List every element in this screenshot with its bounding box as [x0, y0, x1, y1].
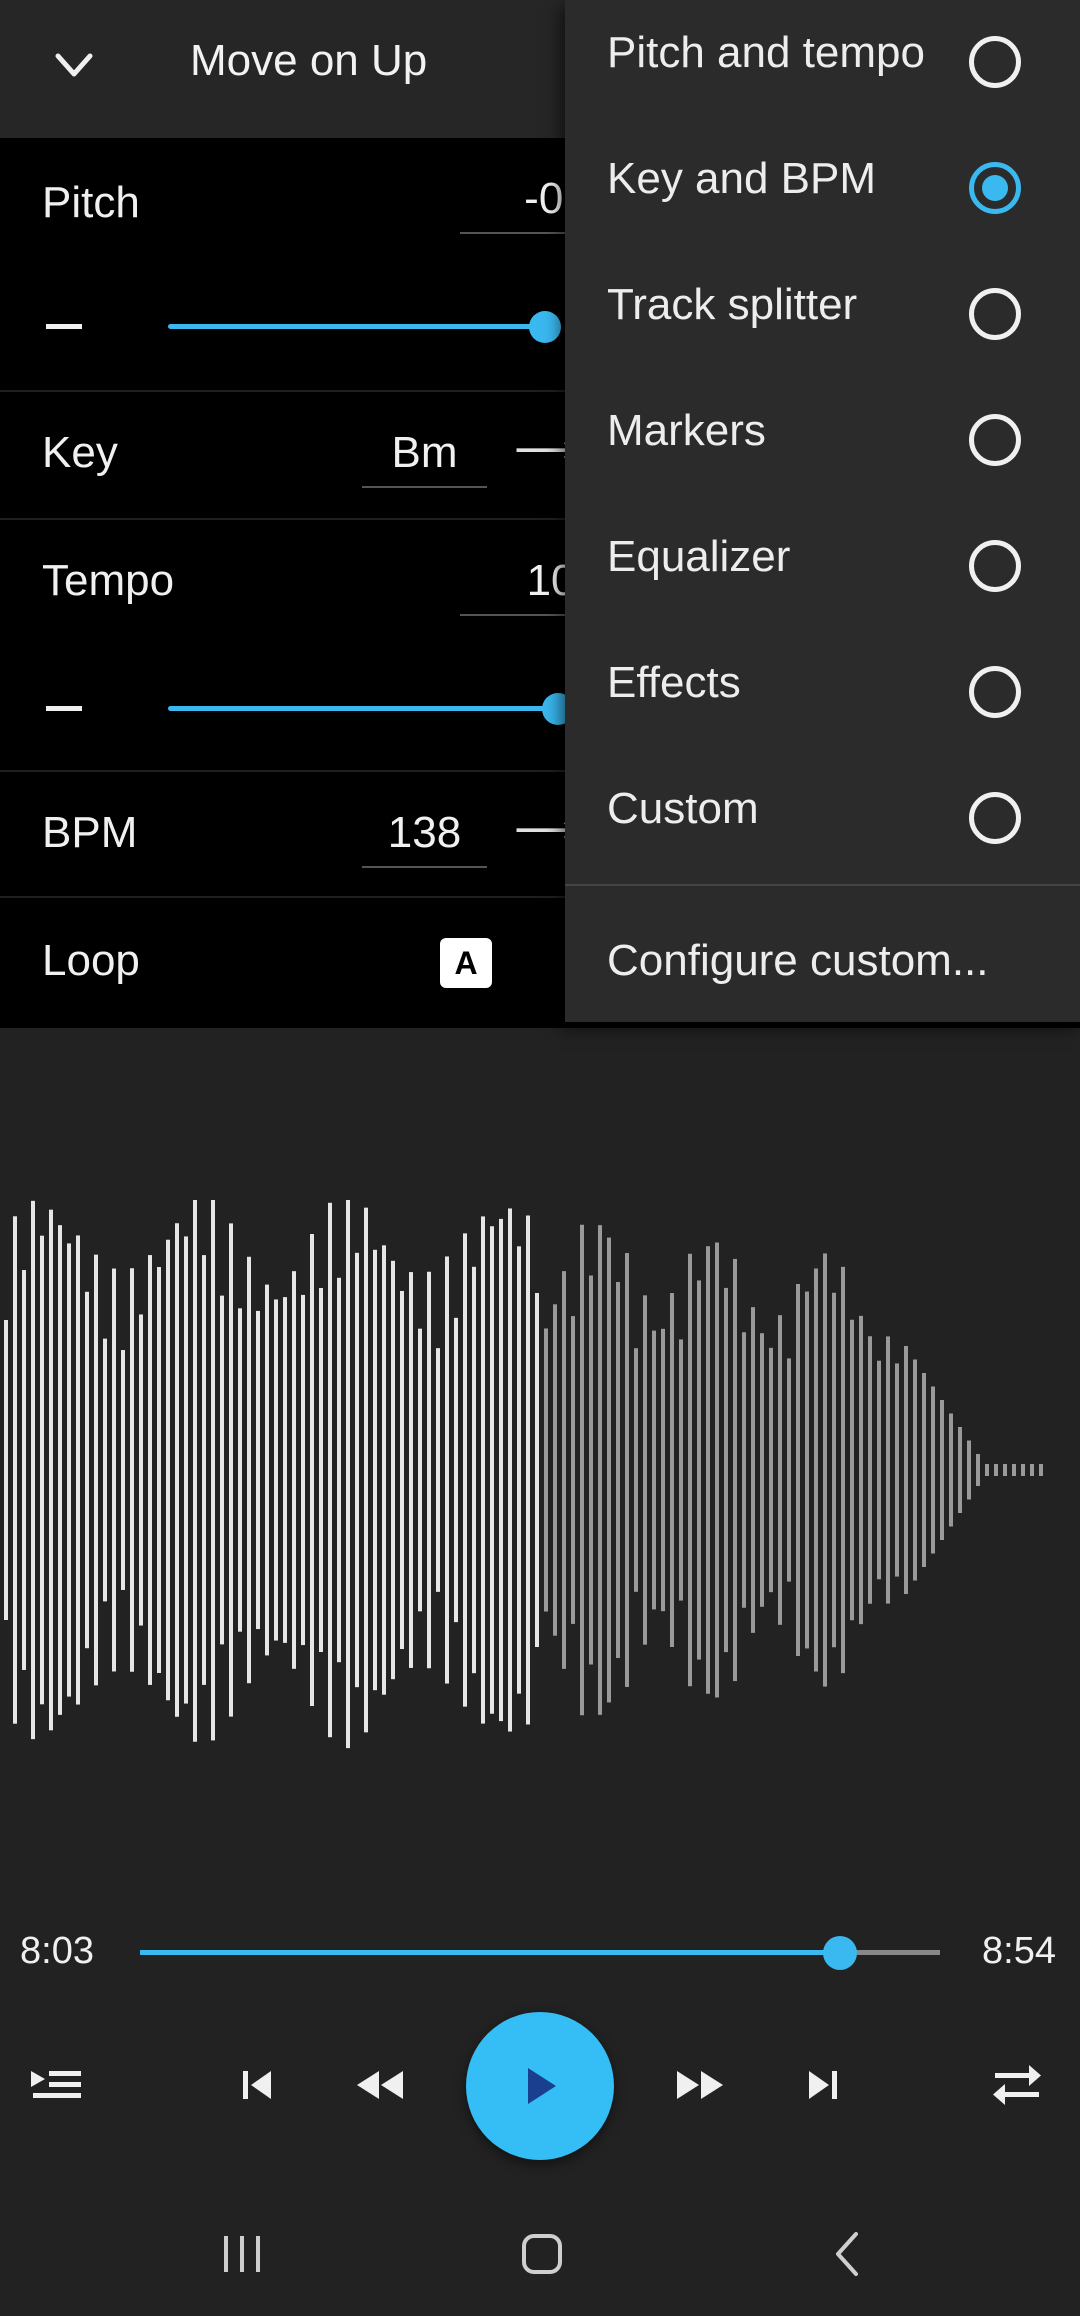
radio-button[interactable]: [969, 162, 1021, 214]
seek-bar-thumb[interactable]: [823, 1936, 857, 1970]
fast-forward-icon[interactable]: [664, 2058, 734, 2112]
radio-button[interactable]: [969, 666, 1021, 718]
system-navigation-bar: [0, 2200, 1080, 2316]
recent-apps-icon[interactable]: [220, 2234, 264, 2274]
tempo-slider-track[interactable]: [168, 706, 558, 711]
rewind-icon[interactable]: [346, 2058, 416, 2112]
menu-item-custom[interactable]: Custom: [565, 756, 1080, 882]
tempo-decrease-button[interactable]: [46, 706, 82, 711]
menu-item-label: Custom: [607, 784, 759, 833]
pitch-label: Pitch: [42, 178, 140, 227]
menu-item-label: Markers: [607, 406, 766, 455]
skip-previous-icon[interactable]: [222, 2058, 292, 2112]
loop-a-button[interactable]: A: [440, 938, 492, 988]
bpm-label: BPM: [42, 808, 138, 857]
radio-button[interactable]: [969, 414, 1021, 466]
key-value-field[interactable]: Bm: [362, 428, 487, 488]
home-icon[interactable]: [520, 2232, 564, 2276]
queue-icon[interactable]: [22, 2058, 92, 2112]
loop-label: Loop: [42, 936, 140, 985]
elapsed-time: 8:03: [20, 1930, 94, 1972]
menu-item-label: Effects: [607, 658, 741, 707]
radio-button[interactable]: [969, 36, 1021, 88]
pitch-slider-thumb[interactable]: [529, 311, 562, 343]
waveform-display[interactable]: [0, 1200, 1080, 1770]
seek-bar-progress: [140, 1950, 840, 1955]
menu-item-label: Equalizer: [607, 532, 791, 581]
song-title: Move on Up: [190, 36, 428, 85]
play-icon: [528, 2068, 556, 2104]
menu-item-key-and-bpm[interactable]: Key and BPM: [565, 126, 1080, 252]
radio-button[interactable]: [969, 792, 1021, 844]
back-icon[interactable]: [830, 2230, 864, 2278]
menu-item-label: Track splitter: [607, 280, 858, 329]
menu-item-equalizer[interactable]: Equalizer: [565, 504, 1080, 630]
key-label: Key: [42, 428, 118, 477]
repeat-icon[interactable]: [982, 2058, 1052, 2112]
play-button[interactable]: [466, 2012, 614, 2160]
pitch-slider-track[interactable]: [168, 324, 546, 329]
menu-divider: [565, 884, 1080, 886]
radio-button[interactable]: [969, 540, 1021, 592]
configure-custom-menu-item[interactable]: Configure custom...: [607, 936, 989, 986]
skip-next-icon[interactable]: [788, 2058, 858, 2112]
menu-item-pitch-and-tempo[interactable]: Pitch and tempo: [565, 0, 1080, 126]
menu-item-label: Pitch and tempo: [607, 28, 925, 77]
view-mode-menu: Pitch and tempo Key and BPM Track splitter…: [565, 0, 1080, 1022]
chevron-down-icon[interactable]: [52, 48, 96, 84]
menu-item-label: Key and BPM: [607, 154, 877, 203]
total-time: 8:54: [982, 1930, 1056, 1972]
menu-item-effects[interactable]: Effects: [565, 630, 1080, 756]
menu-item-track-splitter[interactable]: Track splitter: [565, 252, 1080, 378]
radio-button[interactable]: [969, 288, 1021, 340]
bpm-value-field[interactable]: 138: [362, 808, 487, 868]
tempo-label: Tempo: [42, 556, 175, 605]
pitch-decrease-button[interactable]: [46, 324, 82, 329]
menu-item-markers[interactable]: Markers: [565, 378, 1080, 504]
